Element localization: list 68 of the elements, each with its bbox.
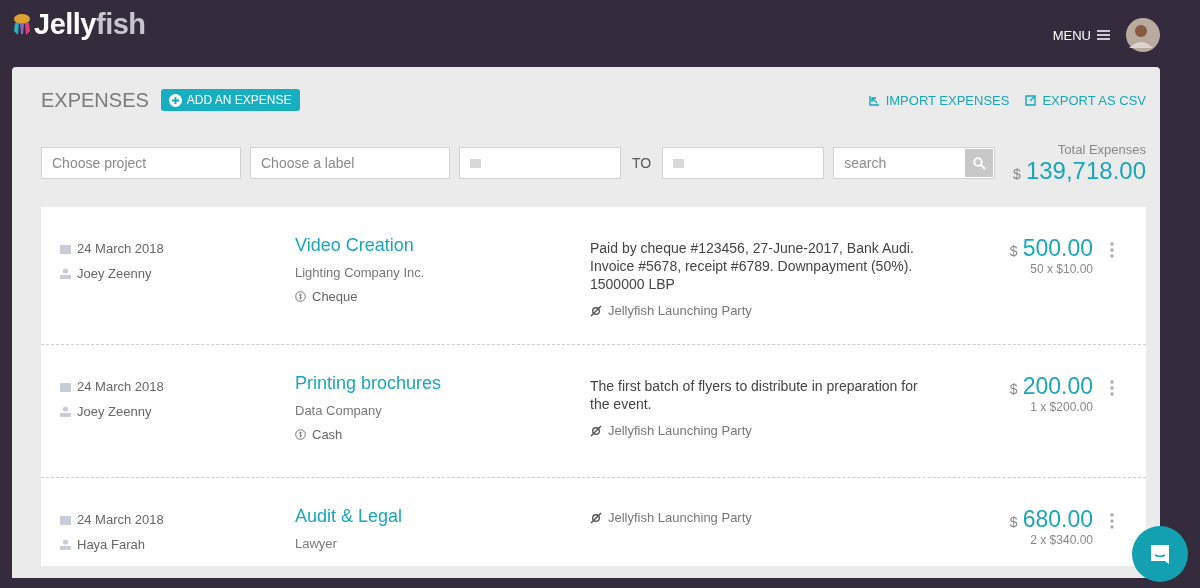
menu-icon xyxy=(1097,30,1110,40)
person-name: Joey Zeenny xyxy=(77,266,152,281)
dollar-coin-icon xyxy=(295,429,306,440)
calendar-icon xyxy=(60,514,71,525)
person-icon xyxy=(60,268,71,279)
plus-icon xyxy=(168,93,182,107)
logo-text[interactable]: Jellyfish xyxy=(34,8,146,41)
currency-symbol: $ xyxy=(1013,165,1021,182)
quantity-breakdown: 1 x $200.00 xyxy=(1030,400,1093,414)
expense-title[interactable]: Audit & Legal xyxy=(295,506,590,527)
page-title: EXPENSES xyxy=(41,88,149,112)
project-field[interactable]: Choose project xyxy=(41,147,241,179)
more-options-icon[interactable] xyxy=(1110,380,1114,396)
vendor-name: Lawyer xyxy=(295,536,338,551)
jellyfish-logo-icon xyxy=(12,12,32,37)
chat-button[interactable] xyxy=(1132,526,1188,582)
date-from-field[interactable] xyxy=(459,147,621,179)
chat-icon xyxy=(1148,542,1172,566)
project-name: Jellyfish Launching Party xyxy=(608,510,752,525)
export-icon xyxy=(1025,94,1037,106)
calendar-icon xyxy=(60,381,71,392)
date-to-field[interactable] xyxy=(662,147,825,179)
payment-method: Cheque xyxy=(312,289,358,304)
payment-method: Cash xyxy=(312,427,343,442)
expense-amount: 680.00 xyxy=(1022,506,1093,533)
link-icon xyxy=(590,424,602,437)
label-field[interactable]: Choose a label xyxy=(250,147,450,179)
expense-amount: 200.00 xyxy=(1022,373,1093,400)
link-icon xyxy=(590,304,602,317)
expense-date: 24 March 2018 xyxy=(77,512,164,527)
expense-title[interactable]: Video Creation xyxy=(295,235,590,256)
import-icon xyxy=(868,94,880,106)
add-expense-button[interactable]: ADD AN EXPENSE xyxy=(160,89,300,111)
search-icon xyxy=(972,156,986,170)
dollar-coin-icon xyxy=(295,291,306,302)
expense-description: Paid by cheque #123456, 27-June-2017, Bank Audi. Invoice #5678, receipt #6789. Downpayment (50%). 1500000 LBP xyxy=(590,239,915,293)
more-options-icon[interactable] xyxy=(1110,513,1114,529)
quantity-breakdown: 50 x $10.00 xyxy=(1030,262,1093,276)
menu-button[interactable]: MENU xyxy=(1052,27,1110,43)
person-name: Joey Zeenny xyxy=(77,404,152,419)
import-expenses-link[interactable]: IMPORT EXPENSES xyxy=(868,92,1010,108)
more-options-icon[interactable] xyxy=(1110,242,1114,258)
currency-symbol: $ xyxy=(1009,381,1018,397)
currency-symbol: $ xyxy=(1009,514,1018,530)
total-label: Total Expenses xyxy=(1057,141,1146,157)
expense-title[interactable]: Printing brochures xyxy=(295,373,590,394)
calendar-icon xyxy=(60,243,71,254)
expense-description: The first batch of flyers to distribute in preparation for the event. xyxy=(590,377,919,413)
expense-amount: 500.00 xyxy=(1022,235,1093,262)
calendar-icon xyxy=(470,158,481,168)
total-amount: 139,718.00 xyxy=(1025,156,1146,185)
expense-date: 24 March 2018 xyxy=(77,241,164,256)
person-icon xyxy=(60,539,71,550)
person-name: Haya Farah xyxy=(77,537,145,552)
export-csv-link[interactable]: EXPORT AS CSV xyxy=(1025,92,1146,108)
quantity-breakdown: 2 x $340.00 xyxy=(1030,533,1093,547)
avatar[interactable] xyxy=(1126,18,1160,52)
calendar-icon xyxy=(673,158,685,168)
to-label: TO xyxy=(632,155,652,171)
vendor-name: Data Company xyxy=(295,403,383,418)
link-icon xyxy=(590,511,602,524)
project-name: Jellyfish Launching Party xyxy=(608,423,752,438)
person-icon xyxy=(60,406,71,417)
search-button[interactable] xyxy=(965,149,994,177)
vendor-name: Lighting Company Inc. xyxy=(295,265,426,280)
project-name: Jellyfish Launching Party xyxy=(608,303,752,318)
expense-date: 24 March 2018 xyxy=(77,379,164,394)
currency-symbol: $ xyxy=(1009,243,1018,259)
